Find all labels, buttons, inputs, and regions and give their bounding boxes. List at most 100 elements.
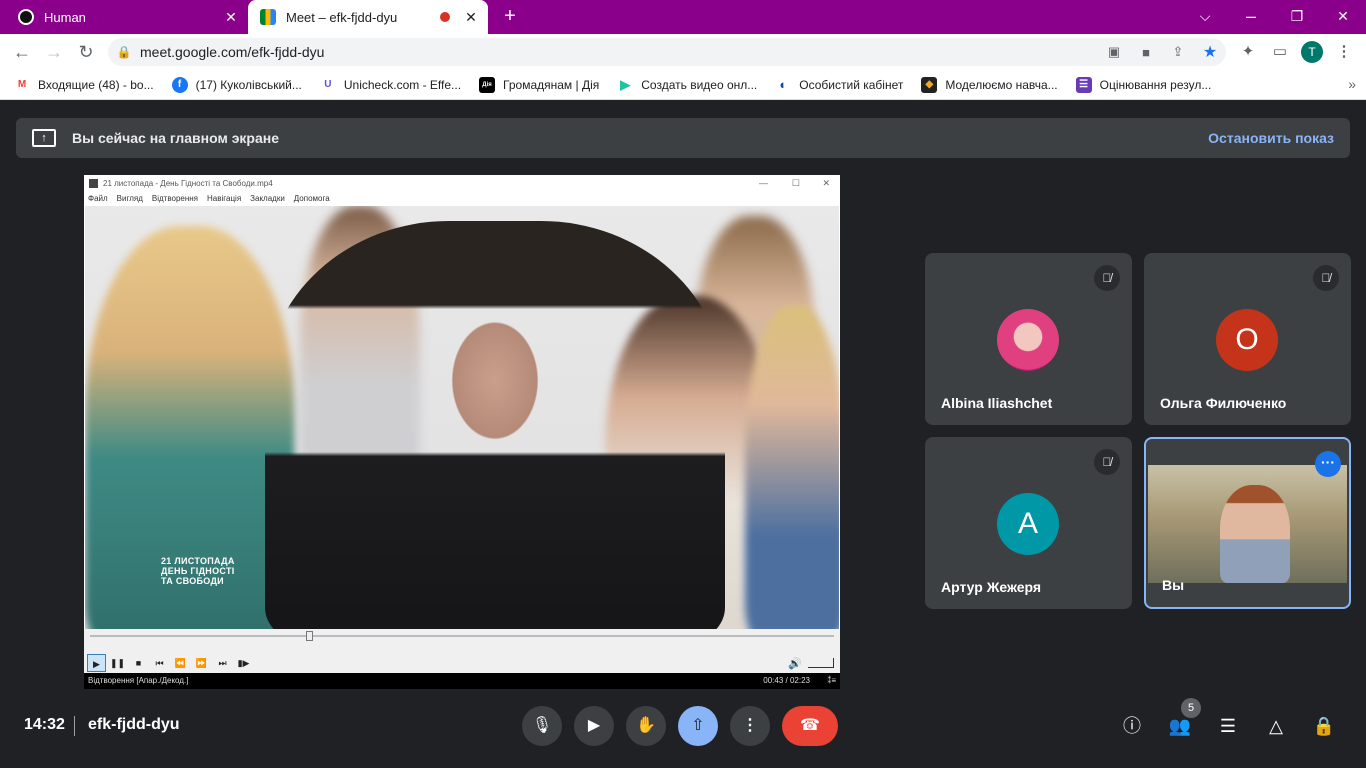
seek-thumb (305, 631, 313, 641)
raise-hand-button[interactable]: ✋ (626, 706, 666, 746)
player-minimize-icon: — (759, 178, 768, 188)
divider (74, 716, 75, 736)
meeting-details-icon[interactable]: ⓘ (1118, 712, 1146, 740)
close-tab-icon[interactable]: ✕ (460, 9, 482, 26)
restore-button[interactable]: ❐ (1274, 0, 1320, 34)
bookmark-forms[interactable]: ☰ Оцінювання резул... (1075, 76, 1211, 93)
self-person (1220, 485, 1290, 583)
tab-human[interactable]: Human ✕ (0, 0, 248, 34)
player-menu-item: Навігація (207, 194, 242, 203)
player-menu-item: Вигляд (116, 194, 143, 203)
participant-name: Артур Жежеря (941, 579, 1042, 595)
profile-avatar[interactable]: T (1301, 41, 1323, 63)
forms-icon: ☰ (1075, 76, 1092, 93)
tab-meet[interactable]: Meet – efk-fjdd-dyu ✕ (248, 0, 488, 34)
speaker-icon: 🔊 (788, 657, 802, 670)
present-button[interactable]: ⇧ (678, 706, 718, 746)
bookmarks-overflow-button[interactable]: » (1348, 76, 1356, 92)
activities-icon[interactable]: △ (1262, 712, 1290, 740)
bookmark-diia[interactable]: Дія Громадянам | Дія (479, 76, 599, 93)
close-window-button[interactable]: ✕ (1320, 0, 1366, 34)
participant-tile[interactable]: 🎙̸ Albina Iliashchet (925, 253, 1132, 425)
bookmark-star-icon[interactable]: ★ (1194, 42, 1226, 62)
bookmark-facebook[interactable]: f (17) Куколівський... (171, 76, 302, 93)
volume-bar (808, 658, 834, 668)
player-menu-item: Допомога (293, 194, 330, 203)
share-icon[interactable]: ⇪ (1162, 44, 1194, 60)
menu-kebab-icon[interactable]: ⋮ (1332, 40, 1356, 64)
participant-tile[interactable]: 🎙̸ О Ольга Филюченко (1144, 253, 1351, 425)
mic-muted-icon: 🎙̸ (1094, 265, 1120, 291)
microphone-button[interactable]: 🎙 (522, 706, 562, 746)
host-controls-icon[interactable]: 🔒 (1310, 712, 1338, 740)
more-options-button[interactable]: ⋮ (730, 706, 770, 746)
mic-muted-icon: 🎙̸ (1094, 449, 1120, 475)
camera-button[interactable]: ▶ (574, 706, 614, 746)
reload-button[interactable]: ↻ (72, 38, 100, 66)
player-statusbar: Відтворення [Апар./Декод.] 00:43 / 02:23… (84, 673, 840, 689)
player-title: 21 листопада - День Гідності та Свободи.… (103, 179, 273, 188)
participant-tile[interactable]: 🎙̸ А Артур Жежеря (925, 437, 1132, 609)
facebook-icon: f (171, 76, 188, 93)
forward-button[interactable]: → (40, 38, 68, 66)
video-frame: 21 ЛИСТОПАДА ДЕНЬ ГІДНОСТІ ТА СВОБОДИ (85, 206, 839, 629)
camera-blocked-icon[interactable]: ▣ (1098, 44, 1130, 60)
previous-icon: ⏮ (155, 658, 164, 668)
player-logo-icon (89, 179, 98, 188)
avatar-letter: А (997, 493, 1059, 555)
presenting-banner: ↑ Вы сейчас на главном экране Остановить… (16, 118, 1350, 158)
player-seek-bar (84, 629, 840, 653)
player-menu-item: Файл (88, 194, 108, 203)
human-favicon-icon (18, 9, 34, 25)
minimize-button[interactable]: – (1228, 0, 1274, 34)
microphone-icon: 🎙 (531, 717, 553, 734)
present-screen-icon: ⇧ (691, 717, 705, 734)
avatar-letter: О (1216, 309, 1278, 371)
player-status-text: Відтворення [Апар./Декод.] (88, 676, 189, 685)
present-screen-icon: ↑ (32, 129, 56, 147)
close-tab-icon[interactable]: ✕ (220, 9, 242, 26)
gmail-icon: M (14, 76, 30, 93)
fast-forward-icon: ⏩ (195, 658, 208, 668)
people-icon[interactable]: 👥 (1166, 712, 1194, 740)
player-menu: Файл Вигляд Відтворення Навігація Заклад… (84, 192, 840, 206)
tab-title: Meet – efk-fjdd-dyu (286, 9, 398, 25)
side-panel-icon[interactable]: ▭ (1268, 40, 1292, 64)
stop-presenting-button[interactable]: Остановить показ (1208, 130, 1334, 146)
shared-screen: 21 листопада - День Гідності та Свободи.… (84, 175, 840, 689)
url-text[interactable]: meet.google.com/efk-fjdd-dyu (140, 44, 1098, 60)
tab-search-chevron-icon[interactable]: ⌵ (1182, 0, 1228, 34)
bookmark-video[interactable]: ▶ Создать видео онл... (617, 76, 757, 93)
unicheck-icon: U (319, 76, 336, 93)
address-bar[interactable]: 🔒 meet.google.com/efk-fjdd-dyu ▣ ■ ⇪ ★ (108, 38, 1226, 66)
self-tile[interactable]: ··· Вы (1144, 437, 1351, 609)
back-button[interactable]: ← (8, 38, 36, 66)
pause-icon: ❚❚ (109, 658, 126, 668)
bookmark-unicheck[interactable]: U Unicheck.com - Effe... (319, 76, 461, 93)
meet-favicon-icon (260, 9, 276, 25)
frame-step-icon: ▮▶ (237, 658, 250, 668)
player-time: 00:43 / 02:23 (763, 676, 810, 685)
bookmark-model[interactable]: ◆ Моделюємо навча... (921, 76, 1058, 93)
extensions-icon[interactable]: ✦ (1236, 40, 1260, 64)
video-person-right (745, 306, 839, 629)
player-close-icon: ✕ (822, 178, 830, 188)
bookmark-cabinet[interactable]: ◐ Особистий кабінет (775, 76, 903, 93)
more-options-icon[interactable]: ··· (1315, 451, 1341, 477)
lock-icon[interactable]: 🔒 (108, 45, 140, 59)
next-icon: ⏭ (218, 658, 227, 668)
kebab-icon: ⋮ (742, 717, 758, 734)
bookmarks-bar: M Входящие (48) - bo... f (17) Куколівсь… (0, 70, 1366, 100)
leave-call-button[interactable]: ☎ (782, 706, 838, 746)
bookmark-gmail[interactable]: M Входящие (48) - bo... (14, 76, 154, 93)
recording-indicator-icon (440, 12, 450, 22)
player-controls: ▶ ❚❚ ■ ⏮ ⏪ ⏩ ⏭ ▮▶ 🔊 (84, 653, 840, 673)
video-camera-icon[interactable]: ■ (1130, 45, 1162, 60)
meeting-clock: 14:32 (24, 716, 65, 733)
player-menu-item: Відтворення (151, 194, 199, 203)
chat-icon[interactable]: ☰ (1214, 712, 1242, 740)
player-maximize-icon: ☐ (791, 178, 800, 188)
player-titlebar: 21 листопада - День Гідності та Свободи.… (84, 175, 840, 192)
video-camera-icon: ▶ (587, 717, 601, 734)
new-tab-button[interactable]: + (498, 4, 522, 28)
